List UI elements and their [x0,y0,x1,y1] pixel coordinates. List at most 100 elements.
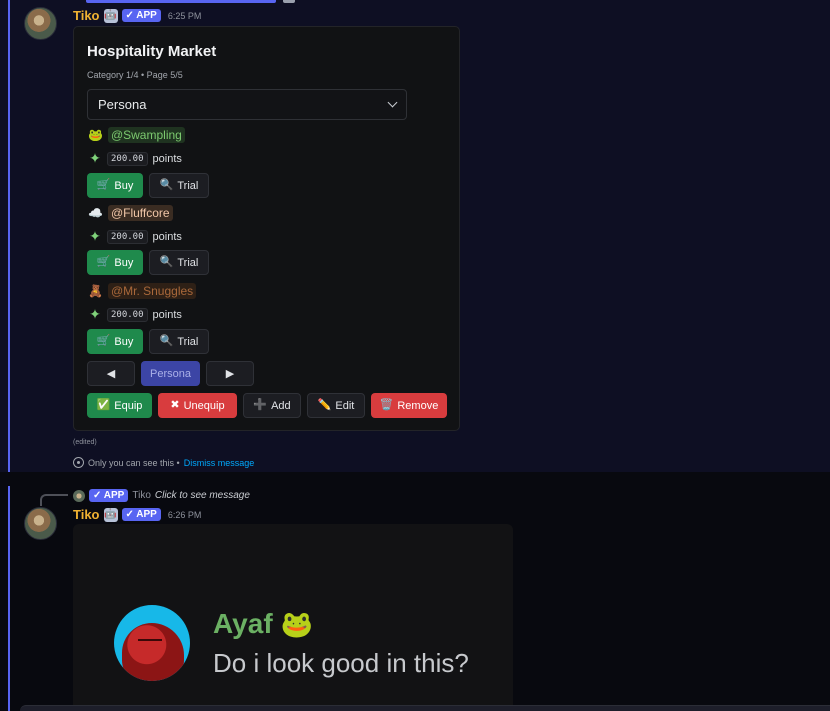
trial-button[interactable]: 🔍 Trial [149,329,209,354]
buy-label: Buy [114,256,134,269]
mention-highlight-bar [8,486,10,711]
timestamp: 6:26 PM [167,509,202,520]
role-mention[interactable]: @Swampling [107,127,185,143]
buy-label: Buy [114,335,134,348]
buy-button[interactable]: 🛒 Buy [87,329,143,354]
eye-icon [73,457,84,468]
pencil-icon: ✏️ [317,399,332,411]
message-header: Tiko 🤖 ✓ APP 6:25 PM [73,8,201,23]
bot-icon: 🤖 [103,8,118,23]
role-mention[interactable]: @Mr. Snuggles [107,283,197,299]
add-button[interactable]: ➕ Add [243,393,301,418]
embed-subtitle: Category 1/4 • Page 5/5 [87,70,183,80]
role-mention[interactable]: @Fluffcore [107,205,173,221]
trial-button[interactable]: 🔍 Trial [149,173,209,198]
frog-icon: 🐸 [88,128,103,142]
remove-label: Remove [397,399,439,412]
points-label: points [152,230,182,243]
category-select[interactable]: Persona [87,89,407,120]
ephemeral-notice: Only you can see this • Dismiss message [73,457,254,468]
unequip-label: Unequip [183,399,225,412]
message-header: Tiko 🤖 ✓ APP 6:26 PM [73,507,201,522]
price-value: 200.00 [107,307,148,322]
app-badge: ✓ APP [121,508,161,521]
cart-icon: 🛒 [96,335,111,347]
points-label: points [152,152,182,165]
bot-icon: 🤖 [103,507,118,522]
reply-connector [40,494,68,506]
buy-label: Buy [114,179,134,192]
remove-button[interactable]: 🗑️ Remove [371,393,447,418]
buy-button[interactable]: 🛒 Buy [87,173,143,198]
avatar[interactable] [24,507,57,540]
item-price-line: ✦ 200.00 points [88,228,182,245]
mention-highlight-bar [8,0,10,472]
edited-label: (edited) [73,439,97,446]
previous-page-button[interactable]: ◀ [87,361,135,386]
add-label: Add [271,399,291,412]
app-badge: ✓ APP [89,489,129,502]
message-1: Tiko 🤖 ✓ APP 6:25 PM Hospitality Market … [0,0,830,472]
teddy-bear-icon: 🧸 [88,284,103,298]
previous-message-fragment-icon [283,0,295,3]
embed-title: Hospitality Market [87,43,217,60]
reply-preview[interactable]: ✓ APP Tiko Click to see message [73,489,250,502]
next-page-button[interactable]: ▶ [206,361,254,386]
item-role-line: ☁️ @Fluffcore [88,205,173,221]
reply-avatar [73,489,85,502]
previous-message-fragment [86,0,276,3]
magnifier-icon: 🔍 [159,256,174,268]
dismiss-message-link[interactable]: Dismiss message [184,458,255,468]
magnifier-icon: 🔍 [159,179,174,191]
cart-icon: 🛒 [96,256,111,268]
points-label: points [152,308,182,321]
current-page-button[interactable]: Persona [141,361,200,386]
app-badge: ✓ APP [121,9,161,22]
avatar[interactable] [24,7,57,40]
sparkle-icon: ✦ [89,306,101,322]
item-role-line: 🧸 @Mr. Snuggles [88,283,197,299]
message-input-edge[interactable] [20,705,830,711]
username[interactable]: Tiko [73,507,100,522]
item-price-line: ✦ 200.00 points [88,150,182,167]
ephemeral-text: Only you can see this • [88,457,180,468]
cart-icon: 🛒 [96,179,111,191]
item-price-line: ✦ 200.00 points [88,306,182,323]
timestamp: 6:25 PM [167,10,202,21]
sparkle-icon: ✦ [89,150,101,166]
trial-label: Trial [177,256,199,269]
price-value: 200.00 [107,229,148,244]
trial-button[interactable]: 🔍 Trial [149,250,209,275]
magnifier-icon: 🔍 [159,335,174,347]
edit-button[interactable]: ✏️ Edit [307,393,365,418]
plus-icon: ➕ [253,399,268,411]
chevron-down-icon [387,97,398,108]
profile-picture [114,605,190,681]
trial-label: Trial [177,179,199,192]
page-button-label: Persona [150,367,191,380]
quote-author-name: Ayaf [213,608,273,639]
quote-author: Ayaf 🐸 [213,608,313,640]
left-arrow-icon: ◀ [106,368,116,380]
trash-icon: 🗑️ [379,399,394,411]
bird-eyes [138,639,162,644]
cloud-icon: ☁️ [88,206,103,220]
select-value: Persona [98,97,147,112]
cross-icon: ✖ [170,399,180,411]
equip-button[interactable]: ✅ Equip [87,393,152,418]
edit-label: Edit [335,399,355,412]
price-value: 200.00 [107,151,148,166]
reply-username: Tiko [132,490,151,501]
sparkle-icon: ✦ [89,228,101,244]
quote-image[interactable]: Ayaf 🐸 Do i look good in this? [73,524,513,711]
item-role-line: 🐸 @Swampling [88,127,185,143]
buy-button[interactable]: 🛒 Buy [87,250,143,275]
trial-label: Trial [177,335,199,348]
market-embed: Hospitality Market Category 1/4 • Page 5… [73,26,460,431]
red-bird-icon [122,623,184,681]
reply-text[interactable]: Click to see message [155,490,250,501]
equip-label: Equip [114,399,143,412]
username[interactable]: Tiko [73,8,100,23]
quote-text: Do i look good in this? [213,648,469,678]
unequip-button[interactable]: ✖ Unequip [158,393,237,418]
